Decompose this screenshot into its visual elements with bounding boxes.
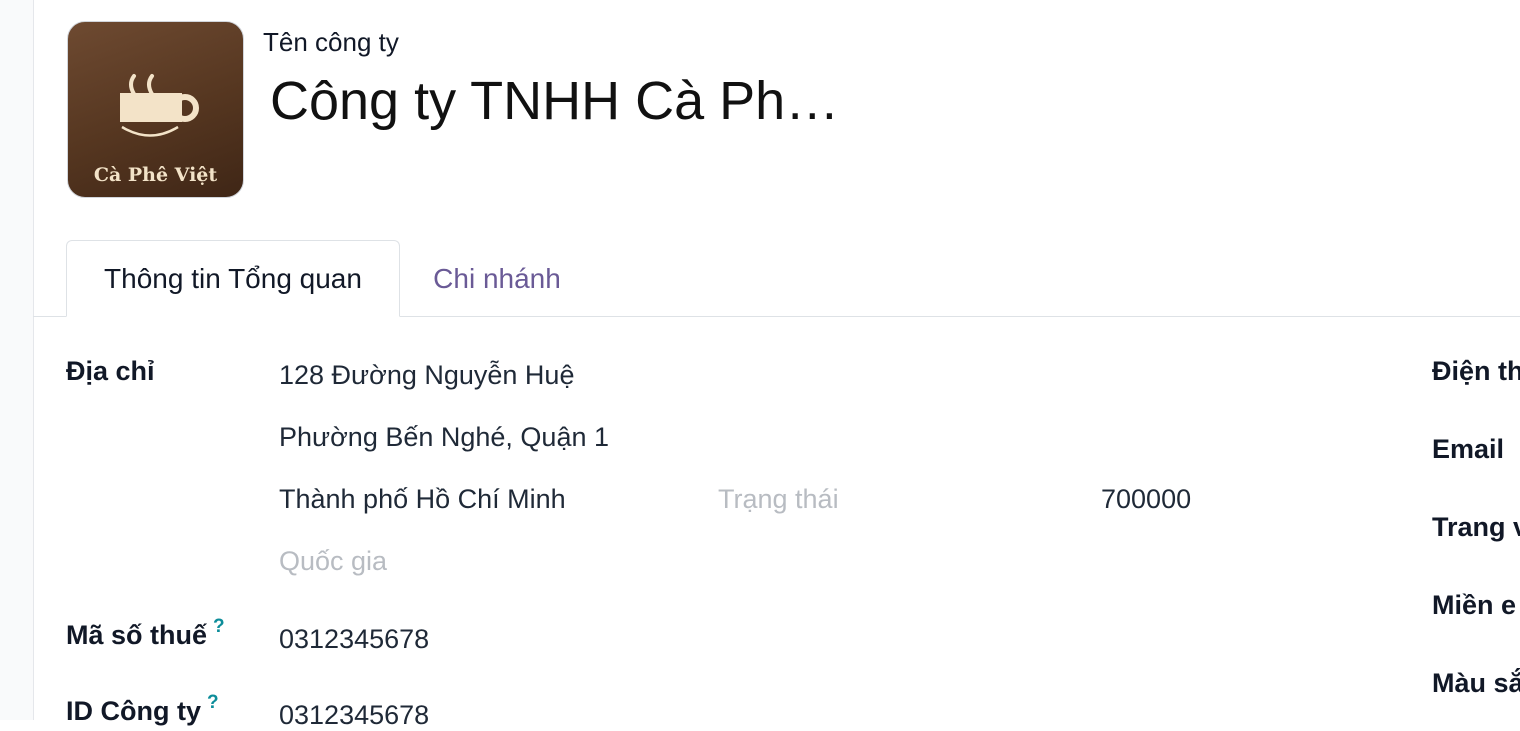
tax-help-icon[interactable]: ? (213, 616, 225, 637)
company-name-label: Tên công ty (263, 27, 399, 57)
company-id-label-text: ID Công ty (66, 696, 201, 726)
company-id-help-icon[interactable]: ? (207, 692, 219, 713)
street-input[interactable]: 128 Đường Nguyễn Huệ (279, 360, 574, 391)
website-label: Trang v (1432, 512, 1520, 542)
left-gutter (0, 0, 34, 720)
company-id-label: ID Công ty? (66, 692, 219, 727)
company-name-input[interactable]: Công ty TNHH Cà Ph… (270, 70, 839, 132)
tab-branches[interactable]: Chi nhánh (414, 240, 580, 317)
tax-id-label-text: Mã số thuế (66, 620, 208, 650)
city-input[interactable]: Thành phố Hồ Chí Minh (279, 484, 566, 515)
street2-input[interactable]: Phường Bến Nghé, Quận 1 (279, 422, 609, 453)
zip-input[interactable]: 700000 (1101, 484, 1191, 515)
state-input[interactable]: Trạng thái (718, 484, 839, 515)
tab-general-info[interactable]: Thông tin Tổng quan (66, 240, 400, 317)
email-label: Email (1432, 434, 1505, 464)
tax-id-label: Mã số thuế? (66, 616, 225, 651)
address-label: Địa chỉ (66, 356, 155, 386)
country-input[interactable]: Quốc gia (279, 546, 387, 577)
company-logo[interactable]: Cà Phê Việt (67, 21, 244, 198)
tax-id-input[interactable]: 0312345678 (279, 624, 429, 655)
email-domain-label: Miền e (1432, 590, 1517, 620)
company-id-input[interactable]: 0312345678 (279, 700, 429, 731)
color-label: Màu sắ (1432, 668, 1520, 698)
phone-label: Điện th (1432, 356, 1520, 386)
logo-text: Cà Phê Việt (93, 164, 218, 186)
